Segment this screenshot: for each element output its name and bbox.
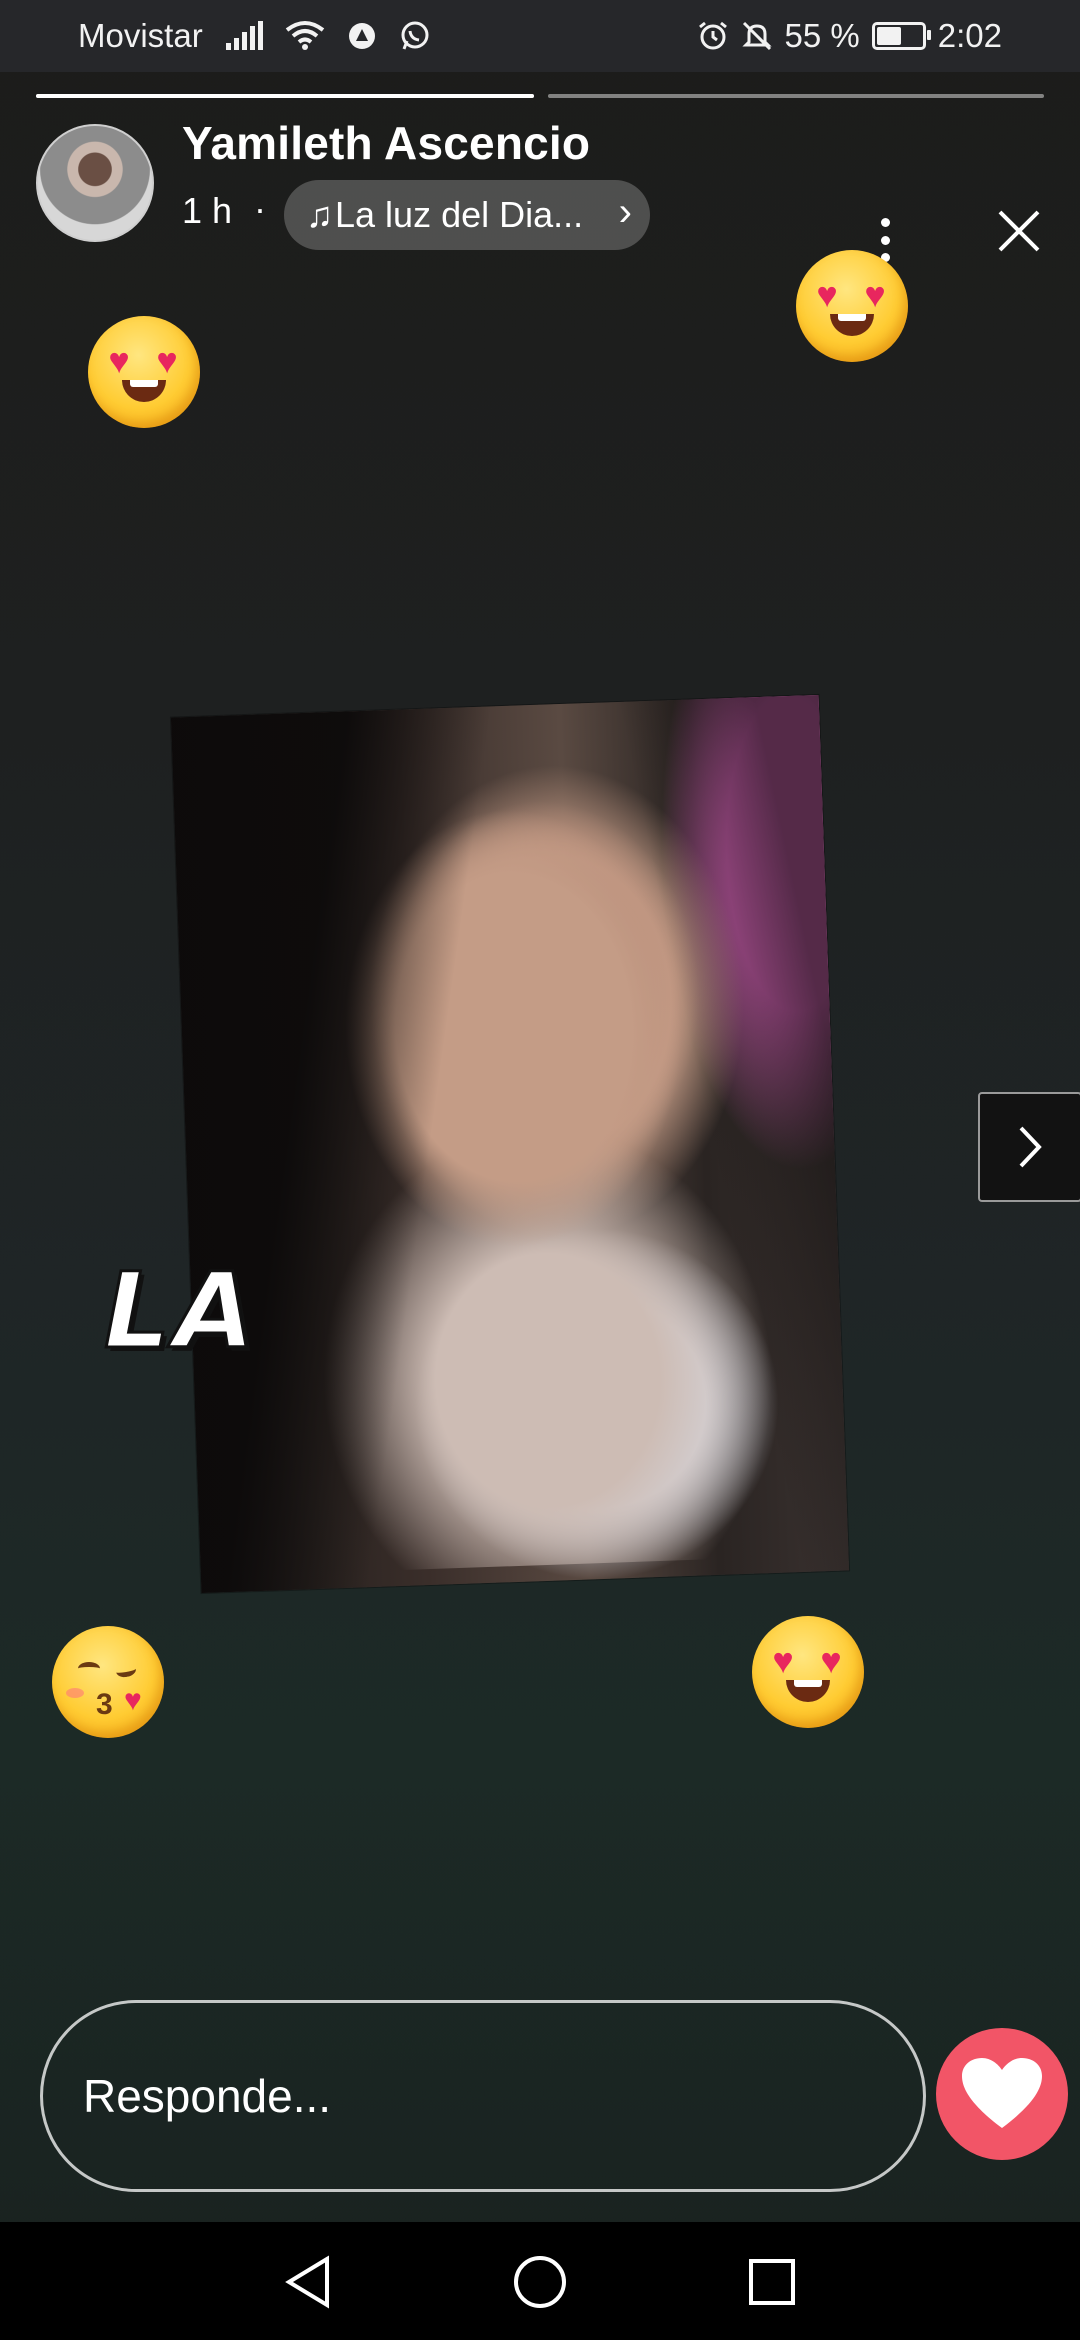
heart-eyes-emoji-icon: ♥ ♥ <box>796 250 908 362</box>
close-icon[interactable] <box>994 206 1044 256</box>
back-icon[interactable] <box>278 2252 338 2312</box>
music-title: La luz del Dia... <box>335 194 584 235</box>
kissing-heart-emoji-icon: 3 ♥ <box>52 1626 164 1738</box>
mute-icon <box>741 20 773 52</box>
reply-placeholder: Responde... <box>83 2070 332 2122</box>
story-progress-1 <box>36 94 534 98</box>
status-bar: Movistar 55 % 2:02 <box>0 0 1080 72</box>
battery-percent: 55 % <box>784 17 860 54</box>
signal-icon <box>225 21 263 51</box>
story-time: 1 h <box>182 190 233 231</box>
battery-icon <box>871 22 931 50</box>
carrier-name: Movistar <box>78 17 203 54</box>
recents-icon[interactable] <box>742 2252 802 2312</box>
heart-icon <box>962 2058 1042 2128</box>
chevron-right-icon: › <box>618 190 632 234</box>
clock: 2:02 <box>937 17 1002 54</box>
system-nav-bar <box>0 2222 1080 2340</box>
story-progress-2 <box>548 94 1044 98</box>
chevron-right-icon <box>1019 1126 1042 1168</box>
story-photo <box>170 694 850 1594</box>
data-saver-icon <box>347 21 377 51</box>
home-icon[interactable] <box>510 2252 570 2312</box>
status-left: Movistar <box>78 0 431 72</box>
wifi-icon <box>285 20 325 52</box>
reply-input[interactable]: Responde... <box>40 2000 926 2192</box>
alarm-icon <box>697 20 729 52</box>
next-story-button[interactable] <box>978 1092 1080 1202</box>
heart-eyes-emoji-icon: ♥ ♥ <box>88 316 200 428</box>
story-overlay-text: LA <box>103 1249 259 1374</box>
story-username[interactable]: Yamileth Ascencio <box>182 116 590 170</box>
avatar[interactable] <box>36 124 154 242</box>
status-right: 55 % 2:02 <box>697 0 1002 72</box>
like-button[interactable] <box>936 2028 1068 2160</box>
heart-eyes-emoji-icon: ♥ ♥ <box>752 1616 864 1728</box>
music-pill[interactable]: ♫ La luz del Dia... › <box>284 180 650 250</box>
separator-dot: · <box>254 188 266 229</box>
whatsapp-icon <box>399 20 431 52</box>
music-note-icon: ♫ <box>306 194 333 235</box>
